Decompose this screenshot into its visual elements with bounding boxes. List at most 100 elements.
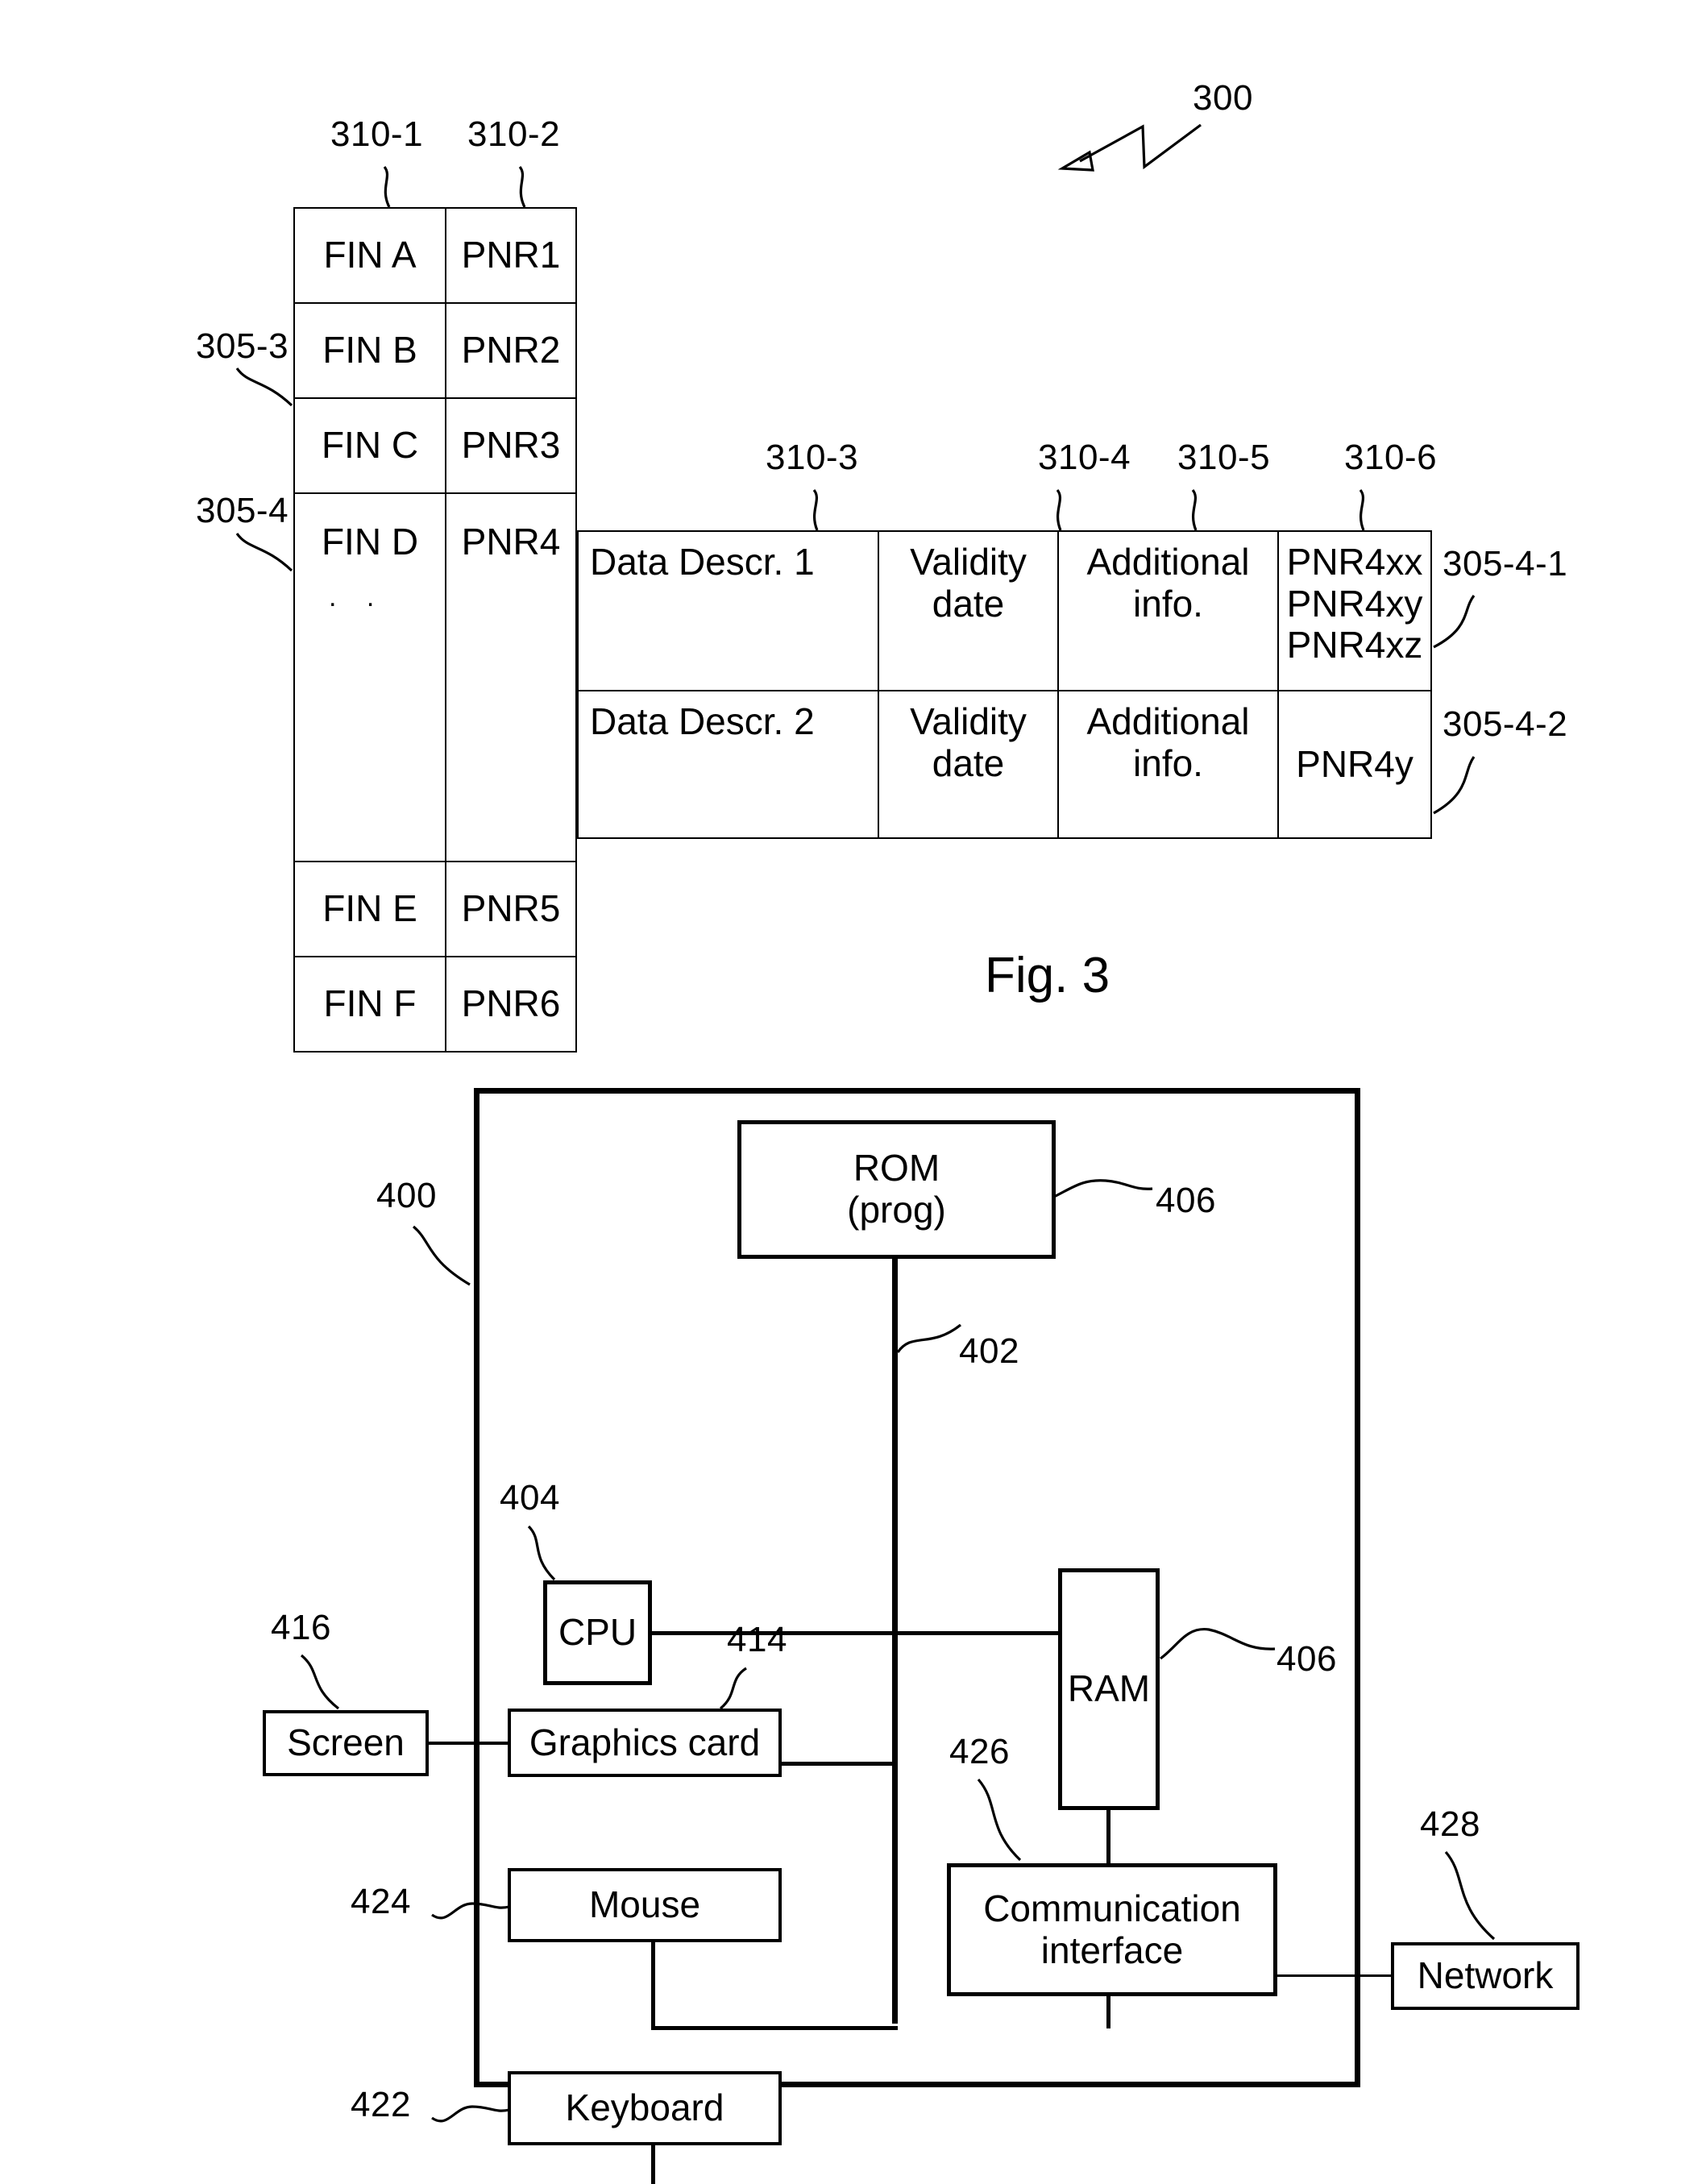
ram-ref-406: 406 — [1276, 1639, 1337, 1679]
table-cell-fin-text: FIN E — [322, 887, 417, 930]
network-block: Network — [1391, 1942, 1580, 2010]
table-cell-pnr-text: PNR6 — [461, 982, 561, 1025]
subtable-cell-additional: Additional info. — [1057, 690, 1279, 839]
table-cell-pnr: PNR1 — [445, 207, 577, 304]
communication-network-connector — [1274, 1974, 1393, 1977]
table-cell-pnr: PNR5 — [445, 861, 577, 957]
subtable-additional-text: Additional info. — [1086, 541, 1250, 625]
subtable-cell-validity: Validity date — [878, 530, 1059, 691]
communication-interface-ref-426: 426 — [949, 1732, 1010, 1771]
table-cell-fin-text: FIN C — [321, 424, 419, 467]
subtable-data-descr-text: Data Descr. 1 — [590, 541, 815, 583]
figure-4: 400 402 ROM (prog) 406 CPU 404 RAM 406 S… — [0, 1048, 1702, 2184]
communication-interface-ref-426-leader — [977, 1778, 1022, 1862]
ram-block: RAM — [1058, 1568, 1160, 1810]
communication-interface-block-label: Communication interface — [983, 1887, 1241, 1971]
table-cell-pnr-text: PNR1 — [461, 234, 561, 276]
table-cell-fin-text: FIN B — [322, 329, 417, 372]
column-ref-310-4-leader — [1056, 488, 1062, 531]
cpu-bus-connector — [650, 1631, 1101, 1635]
column-ref-310-1: 310-1 — [330, 114, 424, 154]
keyboard-block-label: Keyboard — [565, 2086, 724, 2129]
screen-block-label: Screen — [287, 1721, 405, 1764]
column-ref-310-3-leader — [812, 488, 819, 531]
column-ref-310-3: 310-3 — [766, 438, 859, 477]
subtable-cell-additional: Additional info. — [1057, 530, 1279, 691]
subtable-validity-text: Validity date — [910, 541, 1027, 625]
mouse-block-label: Mouse — [588, 1883, 701, 1926]
mouse-ref-424: 424 — [351, 1882, 411, 1921]
column-ref-310-1-leader — [383, 165, 391, 208]
mouse-ref-424-leader — [431, 1902, 510, 1920]
table-cell-fin: FIN D — [293, 492, 446, 862]
device-ref-400-leader — [412, 1225, 471, 1286]
column-ref-310-6: 310-6 — [1344, 438, 1438, 477]
communication-interface-block: Communication interface — [947, 1863, 1277, 1996]
cpu-block: CPU — [543, 1580, 652, 1685]
subtable-data-descr-text: Data Descr. 2 — [590, 700, 815, 742]
table-cell-pnr: PNR4 — [445, 492, 577, 862]
communication-interface-bottom-connector — [1106, 1995, 1110, 2028]
keyboard-ref-422: 422 — [351, 2085, 411, 2124]
column-ref-310-5-leader — [1191, 488, 1198, 531]
table-ellipsis: . . — [329, 582, 386, 612]
graphics-card-ref-414: 414 — [727, 1620, 787, 1659]
rom-block: ROM (prog) — [737, 1120, 1056, 1259]
table-cell-pnr: PNR6 — [445, 956, 577, 1053]
column-ref-310-2: 310-2 — [467, 114, 561, 154]
graphics-card-block: Graphics card — [508, 1709, 782, 1777]
ram-ref-406-leader — [1160, 1628, 1276, 1660]
subtable-cell-data-descr: Data Descr. 1 — [577, 530, 879, 691]
patent-figure-page: 300 310-1 310-2 305-3 305-4 FIN A PNR1 F… — [0, 0, 1702, 2184]
table-cell-fin-text: FIN F — [323, 982, 417, 1025]
subtable-cell-data-descr: Data Descr. 2 — [577, 690, 879, 839]
row-ref-305-3-leader — [235, 367, 293, 407]
row-ref-305-4-1-leader — [1433, 595, 1476, 649]
table-cell-fin: FIN C — [293, 397, 446, 494]
table-cell-pnr: PNR2 — [445, 302, 577, 399]
table-cell-fin: FIN E — [293, 861, 446, 957]
row-ref-305-4: 305-4 — [196, 491, 289, 530]
graphics-card-block-label: Graphics card — [529, 1721, 761, 1763]
cpu-ref-404-leader — [527, 1525, 556, 1581]
table-cell-pnr-text: PNR2 — [461, 329, 561, 372]
screen-block: Screen — [263, 1710, 429, 1776]
rom-block-label: ROM (prog) — [847, 1147, 946, 1231]
network-ref-428-leader — [1444, 1850, 1496, 1941]
mouse-bus-connector-vertical — [651, 1941, 655, 2029]
bus-ref-402: 402 — [959, 1331, 1019, 1371]
column-ref-310-5: 310-5 — [1177, 438, 1271, 477]
table-cell-pnr-text: PNR5 — [461, 887, 561, 930]
table-cell-fin: FIN A — [293, 207, 446, 304]
subtable-cell-pnr-list: PNR4xx PNR4xy PNR4xz — [1277, 530, 1432, 691]
cpu-block-label: CPU — [558, 1611, 637, 1654]
column-ref-310-4: 310-4 — [1038, 438, 1131, 477]
graphics-card-ref-414-leader — [719, 1667, 747, 1710]
keyboard-bus-connector-vertical — [651, 2144, 655, 2184]
subtable-additional-text: Additional info. — [1086, 700, 1250, 784]
keyboard-ref-422-leader — [431, 2105, 510, 2123]
system-bus-vertical — [892, 1258, 898, 2024]
figure-3: 300 310-1 310-2 305-3 305-4 FIN A PNR1 F… — [0, 0, 1702, 1053]
device-ref-400: 400 — [376, 1176, 437, 1215]
table-cell-fin: FIN F — [293, 956, 446, 1053]
network-block-label: Network — [1417, 1954, 1554, 1997]
table-cell-pnr: PNR3 — [445, 397, 577, 494]
row-ref-305-4-2-leader — [1433, 756, 1476, 815]
graphics-card-bus-connector — [778, 1762, 898, 1766]
subtable-validity-text: Validity date — [910, 700, 1027, 784]
table-cell-pnr-text: PNR3 — [461, 424, 561, 467]
row-ref-305-4-1: 305-4-1 — [1443, 544, 1568, 583]
table-cell-fin: FIN B — [293, 302, 446, 399]
subtable-cell-validity: Validity date — [878, 690, 1059, 839]
screen-ref-416-leader — [300, 1654, 339, 1710]
figure-3-caption: Fig. 3 — [985, 948, 1110, 1003]
rom-ref-406: 406 — [1156, 1181, 1216, 1220]
column-ref-310-6-leader — [1359, 488, 1365, 531]
ram-communication-connector — [1106, 1808, 1110, 1865]
network-ref-428: 428 — [1420, 1804, 1480, 1844]
cpu-ref-404: 404 — [500, 1478, 560, 1518]
bus-ref-402-leader — [896, 1323, 961, 1353]
screen-ref-416: 416 — [271, 1608, 331, 1647]
subtable-cell-pnr-list: PNR4y — [1277, 690, 1432, 839]
